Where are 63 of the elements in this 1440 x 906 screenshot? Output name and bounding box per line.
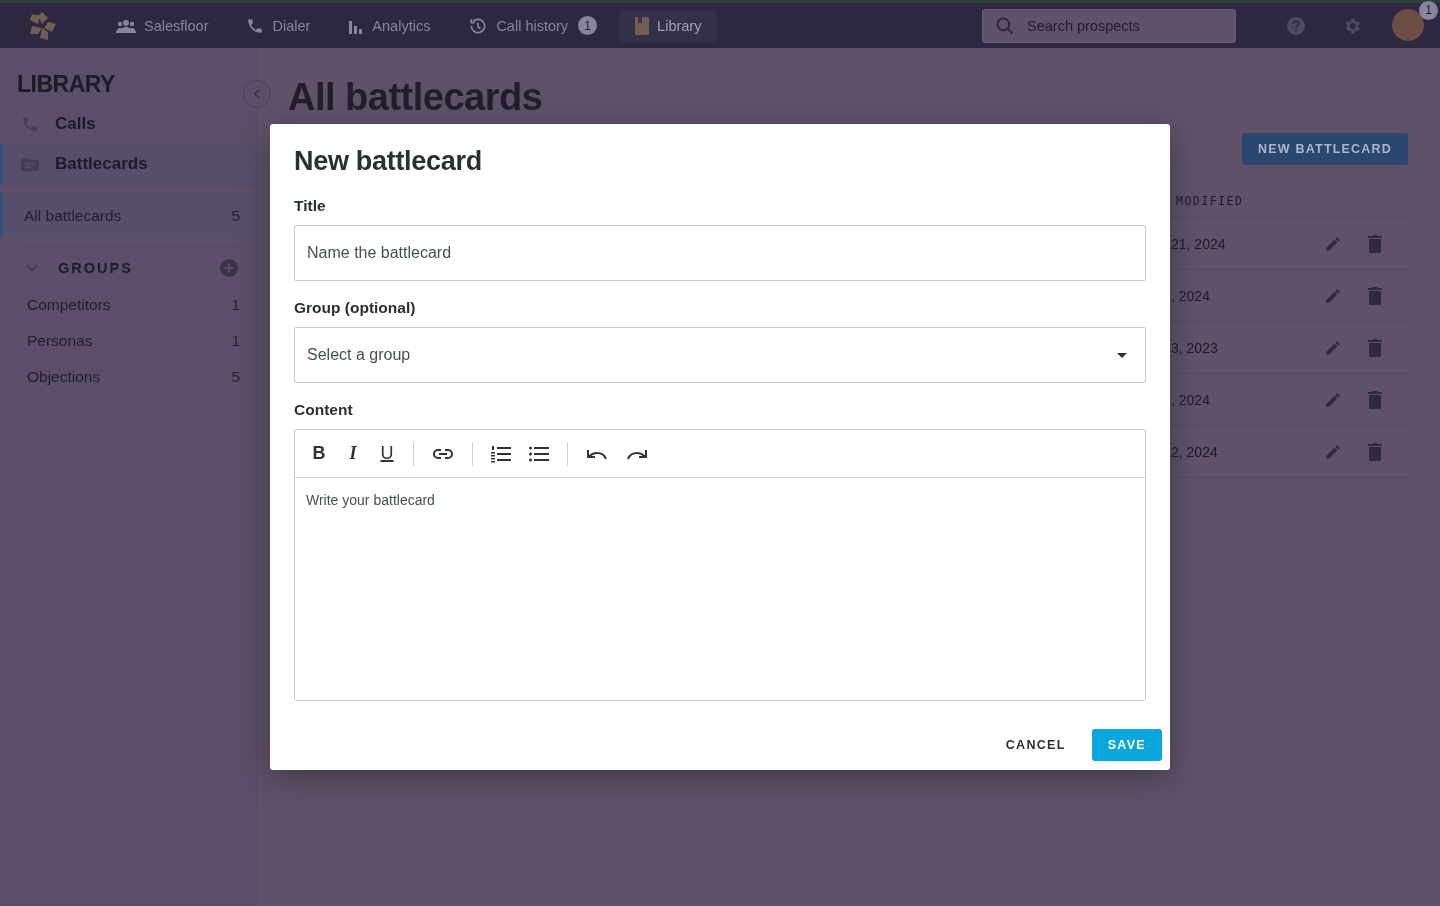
collapse-button[interactable] [243, 80, 271, 108]
phone-icon [246, 16, 265, 35]
chevron-icon [26, 264, 38, 272]
bold-button[interactable]: B [311, 443, 327, 464]
search-input[interactable]: Search prospects [1025, 16, 1209, 35]
book-icon [635, 16, 650, 35]
group-select[interactable]: Select a group [294, 327, 1146, 383]
nav-tab[interactable]: Analytics [332, 9, 447, 42]
edit-icon[interactable] [1324, 338, 1342, 357]
groups-toggle[interactable]: GROUPS [26, 260, 133, 276]
redo-icon[interactable] [626, 447, 648, 460]
sidebar-title: LIBRARY [17, 70, 115, 98]
underline-button[interactable]: U [379, 443, 395, 464]
field-label: Title [294, 197, 327, 215]
italic-button[interactable]: I [345, 443, 361, 464]
bulleted-list-icon[interactable] [529, 445, 549, 462]
sidebar-section[interactable]: Battlecards [0, 144, 257, 184]
table-cell-text: , 2024 [1170, 391, 1211, 408]
dialog-title: New battlecard [294, 146, 483, 177]
title-input[interactable]: Name the battlecard [294, 225, 1146, 281]
trash-icon[interactable] [1368, 442, 1382, 461]
undo-icon[interactable] [586, 447, 608, 460]
nav-tab[interactable]: Dialer [230, 9, 327, 42]
help-icon[interactable] [1286, 15, 1306, 36]
save-button[interactable]: SAVE [1091, 729, 1162, 761]
table-cell-text: 21, 2024 [1170, 235, 1227, 252]
notification-badge: 1 [1419, 0, 1438, 20]
field-label: Content [294, 401, 354, 419]
dropdown-arrow-icon [1117, 352, 1127, 358]
trash-icon[interactable] [1368, 390, 1382, 409]
add-icon[interactable] [220, 259, 238, 277]
sidebar-item[interactable]: Competitors 1 [0, 287, 257, 323]
table-cell-text: 2, 2024 [1170, 443, 1219, 460]
trash-icon[interactable] [1368, 234, 1382, 253]
rich-text-editor[interactable]: B I U Write your battlecard [294, 429, 1146, 701]
new-battlecard-button[interactable]: NEW BATTLECARD [1242, 133, 1408, 165]
numbered-list-icon[interactable] [491, 444, 511, 463]
sidebar-item[interactable]: Objections 5 [0, 359, 257, 395]
nav-tab[interactable]: Salesfloor [100, 9, 225, 42]
avatar[interactable] [1392, 8, 1424, 41]
sidebar-section[interactable]: Calls [0, 104, 257, 144]
people-icon [116, 18, 136, 33]
page-title: All battlecards [288, 76, 544, 119]
search-field[interactable]: Search prospects [982, 8, 1236, 43]
count-badge: 1 [578, 16, 598, 35]
edit-icon[interactable] [1324, 390, 1342, 409]
field-label: Group (optional) [294, 299, 417, 317]
table-cell-text: 3, 2023 [1170, 339, 1219, 356]
trash-icon[interactable] [1368, 338, 1382, 357]
column-header: MODIFIED [1176, 193, 1244, 208]
edit-icon[interactable] [1324, 442, 1342, 461]
nav-tab[interactable]: Call history 1 [452, 9, 614, 42]
trash-icon[interactable] [1368, 286, 1382, 305]
chevron-left-icon [253, 89, 261, 99]
search-icon [995, 15, 1015, 36]
nav-tab[interactable]: Library [619, 9, 718, 42]
cancel-button[interactable]: CANCEL [989, 729, 1082, 761]
sidebar-item[interactable]: Personas 1 [0, 323, 257, 359]
edit-icon[interactable] [1324, 234, 1342, 253]
link-icon[interactable] [432, 447, 454, 460]
table-cell-text: , 2024 [1170, 287, 1211, 304]
sidebar-item[interactable]: All battlecards 5 [0, 193, 257, 238]
edit-icon[interactable] [1324, 286, 1342, 305]
